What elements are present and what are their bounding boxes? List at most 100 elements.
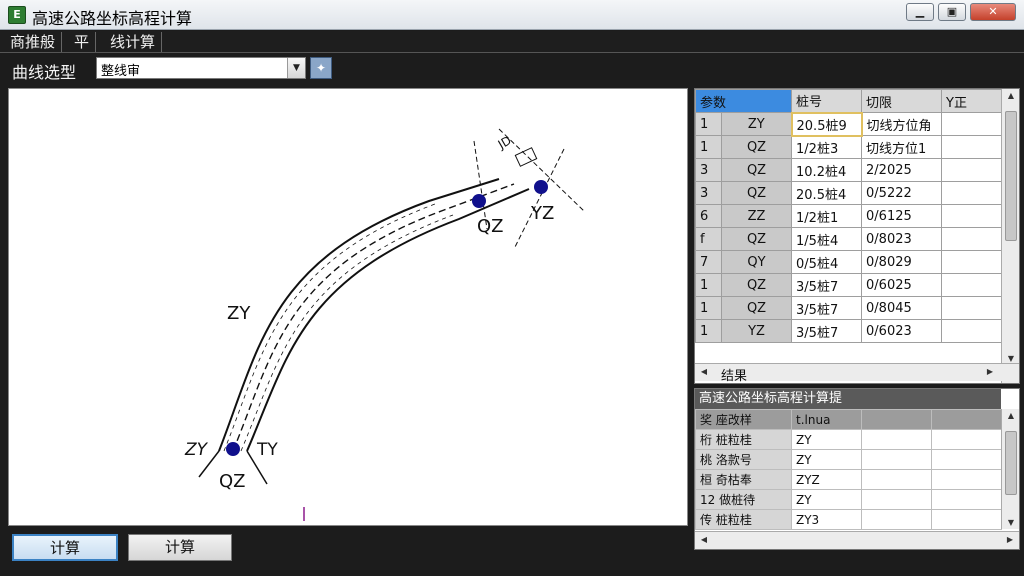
scroll-left-icon[interactable]: ◀ <box>695 367 713 376</box>
grid-vertical-scrollbar[interactable]: ▲ ▼ <box>1001 89 1019 383</box>
grid-header-station[interactable]: 桩号 <box>791 89 863 113</box>
empty-cell[interactable] <box>941 319 1003 343</box>
point-type-cell[interactable]: QZ <box>720 227 793 251</box>
station-cell[interactable]: 1/2桩1 <box>791 204 863 228</box>
close-button[interactable]: ✕ <box>970 3 1016 21</box>
value-cell[interactable]: 0/8023 <box>861 227 943 251</box>
point-type-cell[interactable]: QZ <box>720 273 793 297</box>
scroll-down-icon[interactable]: ▼ <box>1002 518 1019 527</box>
value-cell[interactable]: 2/2025 <box>861 158 943 182</box>
menu-item-2[interactable]: 平 <box>68 32 97 52</box>
station-cell[interactable]: 1/2桩3 <box>791 135 863 159</box>
table-row[interactable]: 12 做桩待 ZY <box>695 489 1002 510</box>
value-cell[interactable]: 0/8045 <box>861 296 943 320</box>
station-cell[interactable]: 3/5桩7 <box>791 296 863 320</box>
value-cell[interactable]: 0/6025 <box>861 273 943 297</box>
value-cell[interactable]: 0/6023 <box>861 319 943 343</box>
grid-horizontal-scrollbar[interactable]: ◀ 结果 ▶ <box>695 363 1019 383</box>
value-cell[interactable]: 切线方位角 <box>861 112 943 136</box>
result-scroll-thumb[interactable] <box>1005 431 1017 495</box>
value-cell[interactable]: 0/6125 <box>861 204 943 228</box>
point-type-cell[interactable]: QZ <box>720 296 793 320</box>
station-cell[interactable]: 1/5桩4 <box>791 227 863 251</box>
station-cell[interactable]: 3/5桩7 <box>791 273 863 297</box>
table-row[interactable]: 7 QY 0/5桩4 0/8029 <box>695 250 1003 274</box>
empty-cell <box>861 449 932 470</box>
table-row[interactable]: 3 QZ 20.5桩4 0/5222 <box>695 181 1003 205</box>
empty-cell <box>861 489 932 510</box>
point-type-cell[interactable]: QY <box>720 250 793 274</box>
result-value[interactable]: ZYZ <box>791 469 862 490</box>
point-type-cell[interactable]: ZZ <box>720 204 793 228</box>
row-index: 3 <box>695 158 722 182</box>
result-value[interactable]: ZY <box>791 429 862 450</box>
point-type-cell[interactable]: YZ <box>720 319 793 343</box>
result-horizontal-scrollbar[interactable]: ◀ ▶ <box>695 531 1019 549</box>
calculate-button-secondary[interactable]: 计算 <box>128 534 232 561</box>
tool-button[interactable]: ✦ <box>310 57 332 79</box>
table-row[interactable]: 1 QZ 3/5桩7 0/8045 <box>695 296 1003 320</box>
chevron-down-icon[interactable]: ▼ <box>287 58 305 78</box>
table-row[interactable]: 1 ZY 20.5桩9 切线方位角 <box>695 111 1003 137</box>
value-cell[interactable]: 0/5222 <box>861 181 943 205</box>
grid-header-y[interactable]: Y正 <box>941 89 1003 113</box>
table-row[interactable]: 1 QZ 1/2桩3 切线方位1 <box>695 135 1003 159</box>
calculate-button-primary[interactable]: 计算 <box>12 534 118 561</box>
grid-header-tangent[interactable]: 切限 <box>861 89 943 113</box>
table-row[interactable]: 传 桩粒桂 ZY3 <box>695 509 1002 530</box>
value-cell[interactable]: 切线方位1 <box>861 135 943 159</box>
maximize-button[interactable]: ▣ <box>938 3 966 21</box>
menu-item-3[interactable]: 线计算 <box>104 32 163 52</box>
empty-cell[interactable] <box>941 250 1003 274</box>
curve-type-select[interactable]: 整线审 ▼ <box>96 57 306 79</box>
point-type-cell[interactable]: QZ <box>720 158 793 182</box>
scroll-right-icon[interactable]: ▶ <box>1001 535 1019 544</box>
minimize-button[interactable]: ▁ <box>906 3 934 21</box>
scroll-up-icon[interactable]: ▲ <box>1002 411 1019 420</box>
empty-cell <box>931 449 1002 470</box>
result-value[interactable]: ZY3 <box>791 509 862 530</box>
empty-cell[interactable] <box>941 181 1003 205</box>
empty-cell[interactable] <box>941 273 1003 297</box>
station-cell[interactable]: 3/5桩7 <box>791 319 863 343</box>
grid-scroll-thumb[interactable] <box>1005 111 1017 241</box>
result-key: 桃 洛款号 <box>695 449 792 470</box>
empty-cell[interactable] <box>941 227 1003 251</box>
result-value[interactable]: t.lnua <box>791 409 862 430</box>
empty-cell[interactable] <box>941 135 1003 159</box>
row-index: 1 <box>695 135 722 159</box>
empty-cell[interactable] <box>941 112 1003 136</box>
scroll-left-icon[interactable]: ◀ <box>695 535 713 544</box>
station-cell[interactable]: 10.2桩4 <box>791 158 863 182</box>
table-row[interactable]: 1 YZ 3/5桩7 0/6023 <box>695 319 1003 343</box>
station-cell[interactable]: 20.5桩9 <box>790 111 863 137</box>
table-row[interactable]: 3 QZ 10.2桩4 2/2025 <box>695 158 1003 182</box>
empty-cell[interactable] <box>941 158 1003 182</box>
result-value[interactable]: ZY <box>791 449 862 470</box>
table-row[interactable]: 1 QZ 3/5桩7 0/6025 <box>695 273 1003 297</box>
grid-header-params[interactable]: 参数 <box>695 89 793 113</box>
point-type-cell[interactable]: ZY <box>720 112 793 136</box>
station-cell[interactable]: 0/5桩4 <box>791 250 863 274</box>
empty-cell[interactable] <box>941 296 1003 320</box>
scroll-down-icon[interactable]: ▼ <box>1002 354 1019 363</box>
empty-cell[interactable] <box>941 204 1003 228</box>
table-row[interactable]: 桓 奇枯奉 ZYZ <box>695 469 1002 490</box>
drawing-canvas[interactable]: JD QZ YZ ZY ZY TY QZ <box>8 88 688 526</box>
point-type-cell[interactable]: QZ <box>720 181 793 205</box>
table-row[interactable]: 桁 桩粒桂 ZY <box>695 429 1002 450</box>
scroll-up-icon[interactable]: ▲ <box>1002 91 1019 100</box>
table-row[interactable]: f QZ 1/5桩4 0/8023 <box>695 227 1003 251</box>
value-cell[interactable]: 0/8029 <box>861 250 943 274</box>
menu-item-1[interactable]: 商推般 <box>4 32 63 52</box>
table-row[interactable]: 桃 洛款号 ZY <box>695 449 1002 470</box>
table-row[interactable]: 奖 座改样 t.lnua <box>695 409 1002 430</box>
table-row[interactable]: 6 ZZ 1/2桩1 0/6125 <box>695 204 1003 228</box>
station-cell[interactable]: 20.5桩4 <box>791 181 863 205</box>
result-value[interactable]: ZY <box>791 489 862 510</box>
empty-cell <box>931 469 1002 490</box>
result-vertical-scrollbar[interactable]: ▲ ▼ <box>1001 409 1019 529</box>
point-type-cell[interactable]: QZ <box>720 135 793 159</box>
title-bar: E 高速公路坐标高程计算 ▁ ▣ ✕ <box>0 0 1024 30</box>
scroll-right-icon[interactable]: ▶ <box>981 367 999 376</box>
